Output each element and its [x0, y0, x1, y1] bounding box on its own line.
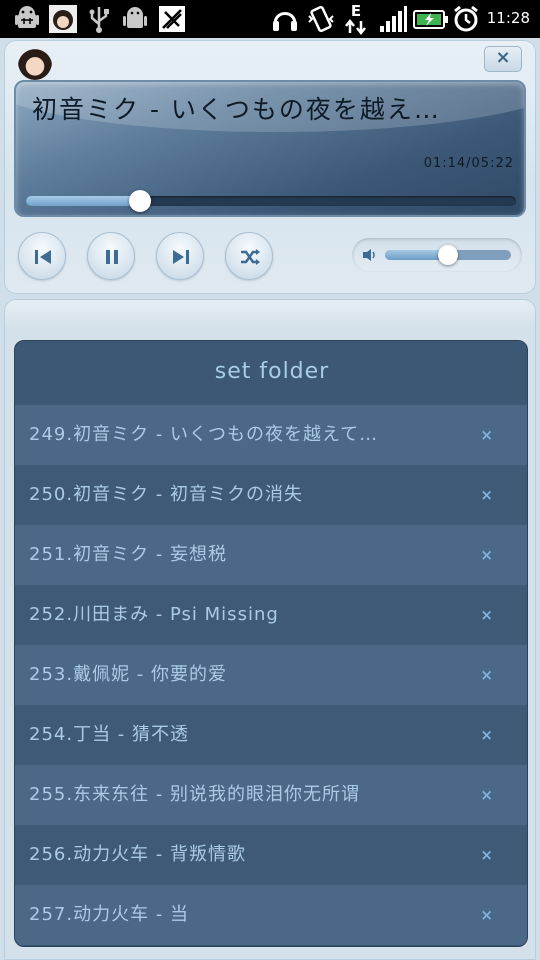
remove-item-button[interactable]: × — [480, 585, 493, 645]
network-letter: E — [350, 2, 362, 20]
playlist-item-label: 257.动力火车 - 当 — [29, 904, 190, 925]
shuffle-icon — [241, 249, 260, 265]
remove-item-button[interactable]: × — [480, 405, 493, 465]
now-playing-title: 初音ミク - いくつもの夜を越え… — [32, 95, 441, 124]
seek-bar-handle[interactable] — [129, 190, 152, 212]
playlist-item-label: 255.东来东往 - 别说我的眼泪你无所谓 — [29, 784, 361, 805]
now-playing-screen: 初音ミク - いくつもの夜を越え… 01:14/05:22 — [14, 80, 526, 217]
remove-item-button[interactable]: × — [480, 885, 493, 945]
volume-icon — [363, 249, 375, 261]
remove-item-button[interactable]: × — [480, 705, 493, 765]
headphones-icon — [273, 12, 297, 31]
playlist-item[interactable]: 253.戴佩妮 - 你要的爱 × — [15, 645, 527, 705]
pause-icon — [106, 250, 118, 264]
signal-icon — [380, 6, 407, 32]
avatar — [18, 44, 52, 80]
playlist-item-label: 252.川田まみ - Psi Missing — [29, 604, 279, 625]
android-icon — [123, 7, 147, 28]
playlist-item-label: 250.初音ミク - 初音ミクの消失 — [29, 484, 304, 505]
playlist-item[interactable]: 255.东来东往 - 别说我的眼泪你无所谓 × — [15, 765, 527, 825]
playlist-item-label: 249.初音ミク - いくつもの夜を越えて… — [29, 424, 379, 445]
set-folder-button[interactable]: set folder — [15, 341, 527, 405]
playlist-item[interactable]: 250.初音ミク - 初音ミクの消失 × — [15, 465, 527, 525]
playlist: set folder 249.初音ミク - いくつもの夜を越えて… × 250.初音… — [14, 340, 528, 947]
battery-charging-icon — [413, 10, 448, 29]
sd-card-icon — [159, 6, 185, 32]
remove-item-button[interactable]: × — [480, 645, 493, 705]
shuffle-button[interactable] — [225, 232, 273, 280]
time-display: 01:14/05:22 — [423, 156, 514, 171]
playlist-item-label: 251.初音ミク - 妄想税 — [29, 544, 228, 565]
playlist-item[interactable]: 251.初音ミク - 妄想税 × — [15, 525, 527, 585]
alarm-icon — [454, 5, 478, 32]
volume-slider[interactable] — [385, 245, 511, 265]
remove-item-button[interactable]: × — [480, 525, 493, 585]
remove-item-button[interactable]: × — [480, 825, 493, 885]
previous-icon — [35, 250, 51, 264]
android-debug-icon — [15, 6, 39, 28]
playlist-item[interactable]: 252.川田まみ - Psi Missing × — [15, 585, 527, 645]
seek-bar-fill — [26, 196, 141, 206]
volume-control — [352, 238, 522, 272]
usb-icon — [89, 7, 109, 33]
remove-item-button[interactable]: × — [480, 465, 493, 525]
playlist-item-label: 253.戴佩妮 - 你要的爱 — [29, 664, 228, 685]
volume-slider-handle[interactable] — [438, 245, 458, 265]
previous-button[interactable] — [18, 232, 66, 280]
next-icon — [173, 250, 189, 264]
pause-button[interactable] — [87, 232, 135, 280]
playlist-item[interactable]: 254.丁当 - 猜不透 × — [15, 705, 527, 765]
vibrate-icon — [308, 5, 334, 33]
next-button[interactable] — [156, 232, 204, 280]
playlist-item[interactable]: 257.动力火车 - 当 × — [15, 885, 527, 945]
playlist-item[interactable]: 256.动力火车 - 背叛情歌 × — [15, 825, 527, 885]
playlist-item[interactable]: 249.初音ミク - いくつもの夜を越えて… × — [15, 405, 527, 465]
status-bar: E 11:28 — [0, 0, 540, 38]
avatar-notification-icon — [49, 5, 77, 33]
seek-bar[interactable] — [26, 190, 516, 212]
playlist-item-label: 256.动力火车 - 背叛情歌 — [29, 844, 247, 865]
close-button[interactable]: × — [484, 46, 522, 72]
playlist-panel: set folder 249.初音ミク - いくつもの夜を越えて… × 250.初音… — [4, 299, 536, 960]
status-time: 11:28 — [486, 9, 530, 27]
playlist-item-label: 254.丁当 - 猜不透 — [29, 724, 190, 745]
player-panel: × 初音ミク - いくつもの夜を越え… 01:14/05:22 — [4, 40, 536, 294]
remove-item-button[interactable]: × — [480, 765, 493, 825]
data-edge-icon: E — [344, 2, 368, 36]
